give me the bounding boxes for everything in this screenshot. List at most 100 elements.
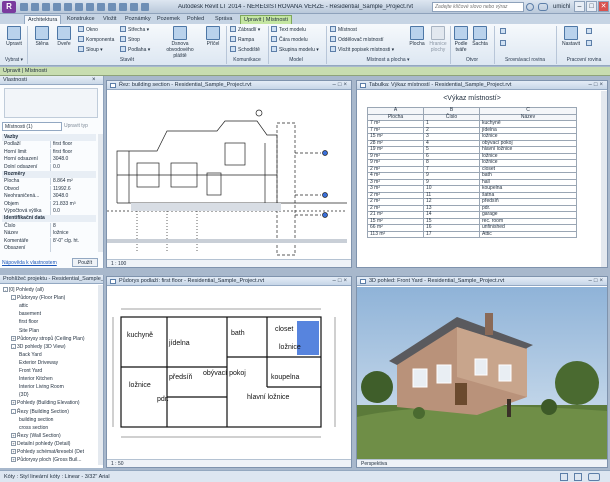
section-scale[interactable]: 1 : 100 (111, 261, 126, 267)
tab-structure[interactable]: Konstrukce (64, 15, 98, 24)
browser-tree-item[interactable]: - Řezy (Building Section) (11, 408, 69, 416)
instance-selector[interactable]: Místnosti (1) (2, 122, 62, 131)
window-controls[interactable]: –□× (589, 82, 605, 88)
browser-tree-item[interactable]: first floor (19, 319, 38, 326)
property-value[interactable]: first floor (50, 148, 94, 156)
model-text-button[interactable]: Text modelu (271, 26, 306, 33)
browser-tree-item[interactable]: Site Plan (19, 328, 39, 335)
schedule-cell[interactable]: Attic (479, 230, 577, 238)
browser-tree-item[interactable]: + Pohledy schémat/kresebí (Det (11, 449, 84, 456)
grid-button[interactable] (500, 40, 508, 47)
window-button[interactable]: Okno (78, 26, 98, 33)
expand-icon[interactable]: + (11, 449, 16, 454)
section-icon[interactable] (108, 3, 116, 11)
tab-modify-rooms[interactable]: Upravit | Místnosti (240, 15, 292, 24)
model-group-button[interactable]: Skupina modelu ▾ (271, 46, 319, 53)
browser-tree-item[interactable]: + Řezy (Wall Section) (11, 432, 61, 440)
browser-tree-item[interactable]: attic (19, 303, 28, 310)
property-value[interactable]: 8 (50, 222, 94, 230)
open-icon[interactable] (20, 3, 28, 11)
properties-help-link[interactable]: Nápověda k vlastnostem (2, 260, 57, 266)
modify-button[interactable]: Upravit (4, 26, 24, 47)
browser-scrollbar[interactable] (98, 285, 103, 465)
save-icon[interactable] (31, 3, 39, 11)
door-button[interactable]: Dveře (54, 26, 74, 47)
browser-tree-item[interactable]: Front Yard (19, 368, 42, 375)
property-row[interactable]: Horní odsazení 3048.0 (2, 156, 96, 164)
window-controls[interactable]: –□× (333, 278, 349, 284)
shaft-button[interactable]: Šachta (471, 26, 489, 47)
mullion-button[interactable]: Příčel (203, 26, 223, 47)
plan-room-label[interactable]: jídelna (168, 340, 190, 347)
tab-annotate[interactable]: Poznámky (122, 15, 154, 24)
browser-tree-item[interactable]: building section (19, 417, 53, 424)
properties-scrollbar[interactable] (98, 134, 103, 252)
room-separator-button[interactable]: Oddělovač místností (330, 36, 384, 43)
property-row[interactable]: Obvod 11992.6 (2, 185, 96, 193)
text-icon[interactable] (86, 3, 94, 11)
property-value[interactable]: 3048.0 (50, 193, 94, 201)
curtain-system-button[interactable]: Dsnova obvodového pláště (160, 26, 200, 59)
thin-lines-icon[interactable] (119, 3, 127, 11)
browser-tree-item[interactable]: - [0] Pohledy (all) (3, 287, 44, 294)
collapse-icon[interactable]: - (3, 287, 8, 292)
redo-icon[interactable] (53, 3, 61, 11)
property-value[interactable]: 0.0 (50, 163, 94, 171)
room-button[interactable]: Místnost (330, 26, 357, 33)
ramp-button[interactable]: Rampa (230, 36, 254, 43)
browser-tree-item[interactable]: + Půdorysy ploch (Gross Buil... (11, 457, 81, 464)
app-logo-icon[interactable]: R (2, 1, 16, 13)
show-workplane-button[interactable] (586, 28, 594, 35)
property-row[interactable]: Název ložnice (2, 230, 96, 238)
property-row[interactable]: Výpočtová výška 0.0 (2, 208, 96, 215)
room-area-panel-title[interactable]: Místnost a plocha ▾ (328, 57, 448, 63)
tab-view[interactable]: Pohled (184, 15, 207, 24)
select-panel-title[interactable]: Vybrat ▾ (3, 57, 25, 63)
table-row[interactable]: 113 m² 17 Attic (367, 230, 577, 238)
expand-icon[interactable]: + (11, 432, 16, 438)
help-search-input[interactable] (432, 2, 524, 12)
property-value[interactable]: 8.864 m² (50, 178, 94, 186)
property-row[interactable]: Horní limit first floor (2, 148, 96, 156)
schedule-view-window[interactable]: Tabulka: Výkaz místností - Residential_S… (356, 80, 608, 268)
tab-insert[interactable]: Vložit (100, 15, 119, 24)
property-row[interactable]: Dolní odsazení 0.0 (2, 163, 96, 171)
schedule-scrollbar[interactable] (601, 91, 607, 267)
plan-room-label[interactable]: předsíň (169, 374, 192, 381)
type-selector-preview[interactable] (4, 88, 98, 118)
property-value[interactable]: ložnice (50, 230, 94, 238)
area-button[interactable]: Plocha (408, 26, 426, 47)
property-row[interactable]: Obsazení (2, 245, 96, 252)
property-value[interactable] (50, 245, 94, 252)
property-value[interactable]: 21.833 m³ (50, 200, 94, 208)
tab-site[interactable]: Pozemek (154, 15, 183, 24)
component-button[interactable]: Komponenta (78, 36, 114, 43)
ref-plane-button[interactable] (586, 40, 594, 47)
design-options-icon[interactable] (574, 473, 582, 481)
worksets-icon[interactable] (560, 473, 568, 481)
tag-room-button[interactable]: Vložit popisek místnosti ▾ (330, 46, 394, 53)
collapse-icon[interactable]: - (11, 408, 16, 414)
expand-icon[interactable]: + (11, 400, 16, 406)
plan-room-label[interactable]: ložnice (129, 382, 151, 389)
property-section-header[interactable]: Identifikační data (2, 215, 96, 223)
measure-icon[interactable] (75, 3, 83, 11)
plan-room-label[interactable]: hlavní ložnice (247, 394, 290, 401)
property-row[interactable]: Plocha 8.864 m² (2, 178, 96, 186)
property-row[interactable]: Objem 21.833 m³ (2, 200, 96, 208)
collapse-icon[interactable]: - (11, 295, 16, 301)
floor-button[interactable]: Podlaha ▾ (120, 46, 150, 53)
browser-tree-item[interactable]: - Půdorysy (Floor Plan) (11, 295, 65, 302)
user-name[interactable]: umichl (553, 4, 570, 10)
3d-view-icon[interactable] (97, 3, 105, 11)
minimize-button[interactable]: – (574, 1, 585, 12)
property-section-header[interactable]: Rozměry (2, 171, 96, 178)
level-button[interactable] (500, 28, 508, 35)
plan-room-label[interactable]: koupelna (271, 374, 300, 381)
browser-tree-item[interactable]: Exterior Driveway (19, 360, 58, 367)
maximize-button[interactable]: □ (586, 1, 597, 12)
close-hidden-icon[interactable] (130, 3, 138, 11)
expand-icon[interactable]: + (11, 440, 16, 446)
schedule-cell[interactable]: 113 m² (367, 230, 424, 238)
property-value[interactable]: 3048.0 (50, 156, 94, 164)
